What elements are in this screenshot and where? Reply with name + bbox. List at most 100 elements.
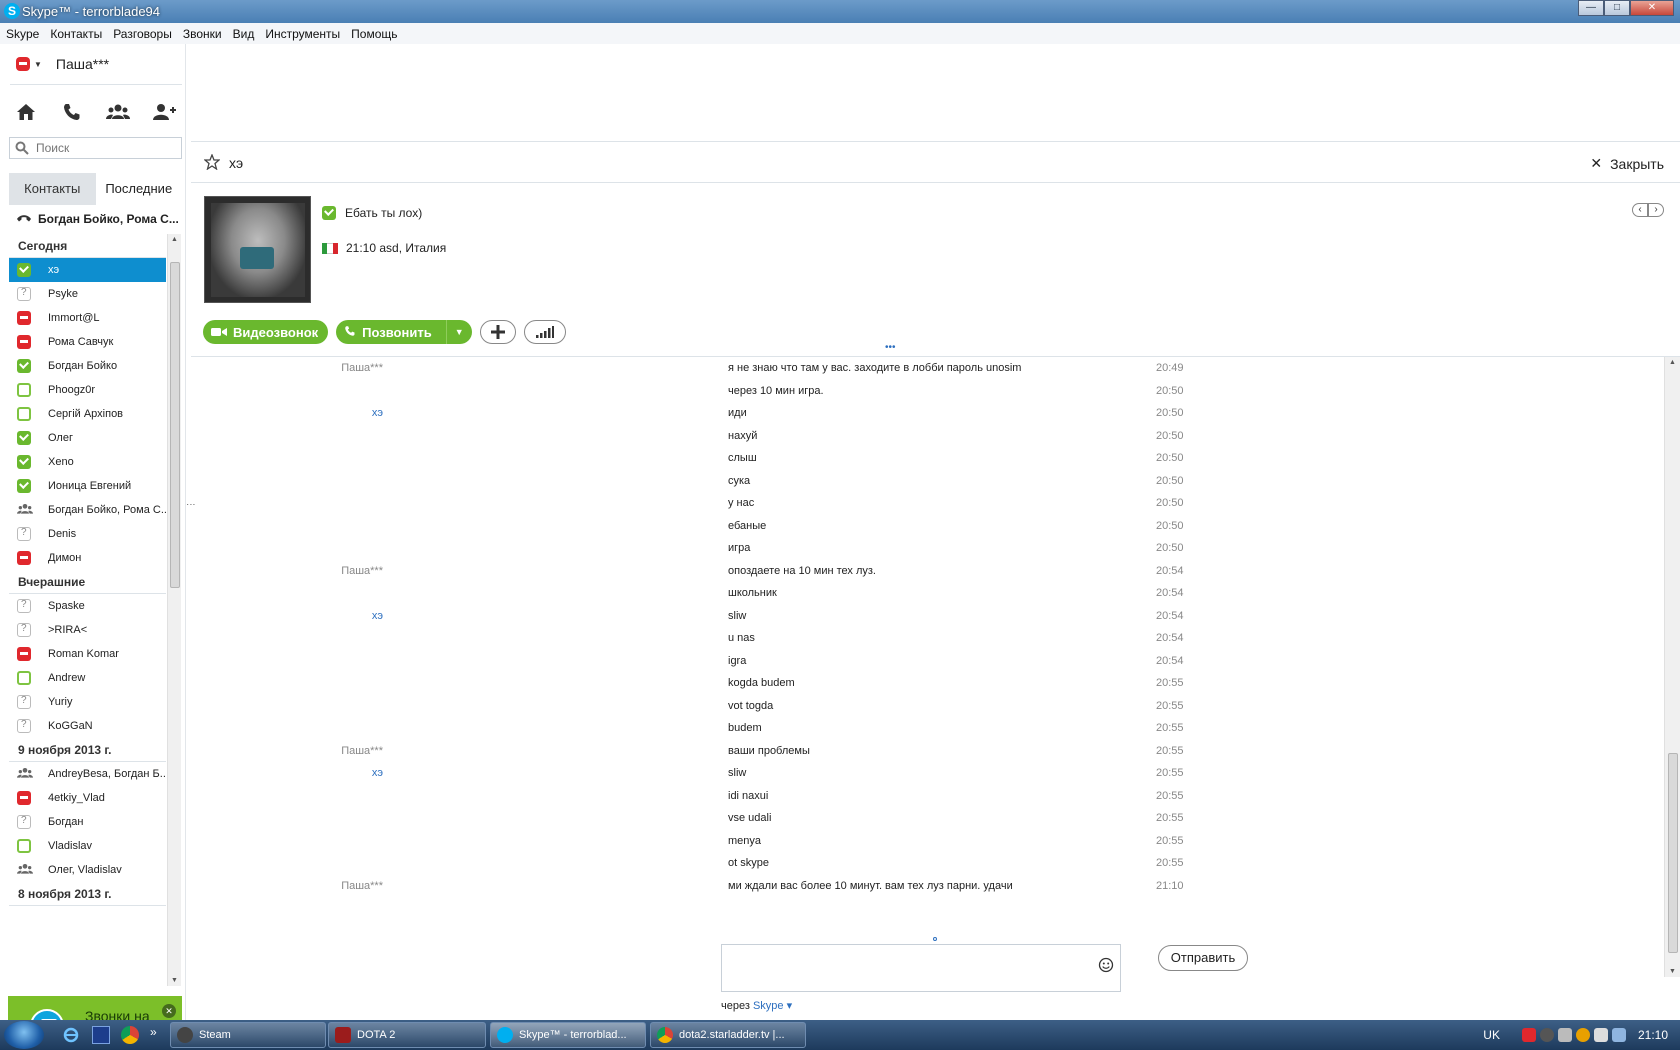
group-icon (17, 767, 33, 781)
contacts-icon[interactable] (106, 100, 130, 124)
tab-recent[interactable]: Последние (95, 173, 182, 205)
close-window-button[interactable]: ✕ (1630, 0, 1674, 16)
send-button[interactable]: Отправить (1158, 945, 1248, 971)
chat-message: idi naxui 20:55 (191, 785, 1663, 809)
contact-item[interactable]: Димон (9, 546, 166, 570)
message-text: я не знаю что там у вас. заходите в лобб… (728, 362, 1022, 374)
call-button[interactable]: Позвонить ▼ (336, 320, 472, 344)
clock[interactable]: 21:10 (1638, 1028, 1668, 1042)
contact-item[interactable]: Yuriy (9, 690, 166, 714)
scrollbar-thumb[interactable] (170, 262, 180, 588)
start-button[interactable] (4, 1021, 44, 1049)
ie-icon[interactable] (62, 1026, 80, 1044)
chat-scrollbar[interactable]: ▲ ▼ (1664, 357, 1680, 977)
menu-conversations[interactable]: Разговоры (113, 27, 172, 41)
chat-message: слыш 20:50 (191, 447, 1663, 471)
scroll-down-icon[interactable]: ▼ (171, 977, 178, 984)
contact-item[interactable]: Олег, Vladislav (9, 858, 166, 882)
message-text: ваши проблемы (728, 744, 810, 757)
contact-item[interactable]: Denis (9, 522, 166, 546)
contact-item[interactable]: Immort@L (9, 306, 166, 330)
menu-tools[interactable]: Инструменты (265, 27, 340, 41)
message-input[interactable] (728, 949, 1088, 987)
scroll-up-icon[interactable]: ▲ (1669, 359, 1676, 366)
taskbar-chrome[interactable]: dota2.starladder.tv |... (650, 1022, 806, 1048)
contact-item[interactable]: Phoogz0r (9, 378, 166, 402)
add-participant-button[interactable] (479, 320, 516, 344)
taskbar-dota2[interactable]: DOTA 2 (328, 1022, 486, 1048)
next-arrow-icon[interactable]: › (1648, 203, 1664, 217)
chevron-down-icon[interactable]: ▼ (445, 320, 472, 344)
power-icon[interactable] (1611, 1028, 1626, 1042)
contact-item[interactable]: Богдан (9, 810, 166, 834)
network-icon[interactable] (1557, 1028, 1572, 1042)
contact-item[interactable]: Олег (9, 426, 166, 450)
message-compose[interactable] (721, 944, 1121, 992)
message-text: igra (728, 654, 747, 667)
phone-icon[interactable] (60, 100, 84, 124)
tab-contacts[interactable]: Контакты (9, 173, 96, 205)
message-text: ми ждали вас более 10 минут. вам тех луз… (728, 879, 1013, 892)
contact-item[interactable]: Рома Савчук (9, 330, 166, 354)
resize-handle[interactable]: ••• (885, 342, 896, 353)
update-tray-icon[interactable] (1575, 1028, 1590, 1042)
via-skype-dropdown[interactable]: Skype ▾ (753, 1000, 792, 1012)
contact-item[interactable]: Сергій Архіпов (9, 402, 166, 426)
message-time: 20:55 (1156, 789, 1184, 802)
contact-name: Богдан (48, 816, 84, 828)
video-call-button[interactable]: Видеозвонок (203, 320, 329, 344)
menu-contacts[interactable]: Контакты (50, 27, 102, 41)
skype-tray-icon[interactable] (1521, 1028, 1536, 1042)
message-text: sliw (728, 767, 747, 779)
close-conversation-button[interactable]: ✕ Закрыть (1590, 155, 1664, 172)
contact-item[interactable]: Roman Komar (9, 642, 166, 666)
contact-item[interactable]: Ионица Евгений (9, 474, 166, 498)
maximize-button[interactable]: □ (1604, 0, 1630, 16)
contact-item[interactable]: KoGGaN (9, 714, 166, 738)
scroll-down-icon[interactable]: ▼ (1669, 968, 1676, 975)
search-input[interactable] (36, 140, 176, 156)
contact-item[interactable]: 4etkiy_Vlad (9, 786, 166, 810)
minimize-button[interactable]: — (1578, 0, 1604, 16)
close-promo-icon[interactable]: ✕ (162, 1004, 176, 1018)
compose-resize-handle[interactable] (933, 937, 937, 941)
contact-item[interactable]: Богдан Бойко, Рома С... (9, 498, 166, 522)
contact-name: AndreyBesa, Богдан Б... (48, 768, 166, 780)
steam-tray-icon[interactable] (1539, 1028, 1554, 1042)
volume-icon[interactable] (1593, 1028, 1608, 1042)
call-quality-button[interactable] (523, 320, 566, 344)
search-box[interactable] (9, 137, 182, 159)
chrome-icon (657, 1027, 673, 1043)
recent-call-item[interactable]: Богдан Бойко, Рома С... (16, 212, 181, 226)
home-icon[interactable] (14, 100, 38, 124)
contact-item[interactable]: Spaske (9, 594, 166, 618)
contact-item[interactable]: >RIRA< (9, 618, 166, 642)
contact-item[interactable]: AndreyBesa, Богдан Б... (9, 762, 166, 786)
more-chevron-icon[interactable]: » (150, 1025, 168, 1043)
language-indicator[interactable]: UK (1483, 1028, 1500, 1042)
scroll-up-icon[interactable]: ▲ (171, 236, 178, 243)
contact-list-scrollbar[interactable]: ▲ ▼ (167, 234, 181, 986)
contact-item[interactable]: Andrew (9, 666, 166, 690)
taskbar-steam[interactable]: Steam (170, 1022, 326, 1048)
menu-view[interactable]: Вид (233, 27, 255, 41)
contact-item[interactable]: Vladislav (9, 834, 166, 858)
chrome-icon[interactable] (121, 1026, 139, 1044)
add-contact-icon[interactable] (152, 100, 176, 124)
prev-arrow-icon[interactable]: ‹ (1632, 203, 1648, 217)
contact-item[interactable]: хэ (9, 258, 166, 282)
contact-item[interactable]: Psyke (9, 282, 166, 306)
profile-status[interactable]: ▼ Паша*** (16, 56, 109, 72)
contact-item[interactable]: Богдан Бойко (9, 354, 166, 378)
menu-skype[interactable]: Skype (6, 27, 39, 41)
menu-calls[interactable]: Звонки (183, 27, 222, 41)
away-status-icon (17, 335, 31, 349)
favorite-star-icon[interactable] (203, 153, 221, 173)
scrollbar-thumb[interactable] (1668, 753, 1678, 953)
contact-item[interactable]: Xeno (9, 450, 166, 474)
app-shortcut-icon[interactable] (92, 1026, 110, 1044)
taskbar-skype[interactable]: Skype™ - terrorblad... (490, 1022, 646, 1048)
menu-help[interactable]: Помощь (351, 27, 397, 41)
emoticon-icon[interactable] (1098, 957, 1114, 976)
contact-avatar[interactable] (204, 196, 311, 303)
